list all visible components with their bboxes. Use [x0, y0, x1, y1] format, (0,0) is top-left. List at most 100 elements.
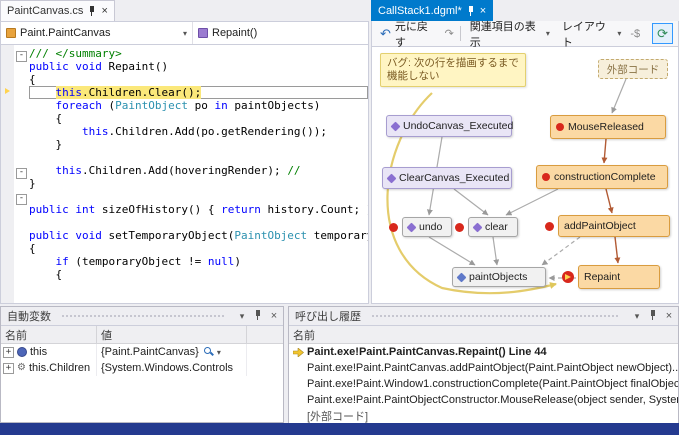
- breakpoint-gutter[interactable]: [1, 242, 14, 255]
- fold-margin: [14, 268, 29, 281]
- breakpoint-gutter[interactable]: [1, 125, 14, 138]
- code-line[interactable]: {: [1, 112, 368, 125]
- graph-node-undo[interactable]: undo: [402, 217, 452, 237]
- breakpoint-gutter[interactable]: [1, 164, 14, 177]
- redo-icon[interactable]: ↷: [445, 27, 454, 40]
- stack-frame-row[interactable]: Paint.exe!Paint.Window1.constructionComp…: [289, 376, 678, 392]
- code-line[interactable]: {: [1, 268, 368, 281]
- close-icon[interactable]: ×: [662, 310, 676, 322]
- breakpoint-gutter[interactable]: [1, 177, 14, 190]
- bug-annotation-note[interactable]: バグ: 次の行を描画するまで機能しない: [380, 53, 526, 87]
- autos-titlebar: 自動変数 ▾ ×: [1, 307, 283, 325]
- code-line[interactable]: [1, 216, 368, 229]
- graph-node-repaint[interactable]: Repaint: [578, 265, 660, 289]
- expander-icon[interactable]: +: [3, 363, 14, 374]
- fold-margin: [14, 125, 29, 138]
- code-line[interactable]: foreach (PaintObject po in paintObjects): [1, 99, 368, 112]
- code-text: /// </summary>: [29, 47, 368, 60]
- fold-margin: [14, 216, 29, 229]
- pin-icon[interactable]: [646, 310, 660, 322]
- bug-annotation-text: バグ: 次の行を描画するまで機能しない: [387, 57, 519, 82]
- code-line[interactable]: [1, 151, 368, 164]
- graph-node-clear[interactable]: clear: [468, 217, 518, 237]
- breakpoint-gutter[interactable]: [1, 112, 14, 125]
- close-icon[interactable]: ×: [267, 310, 281, 322]
- refresh-layout-button[interactable]: ⟳: [652, 23, 673, 44]
- breakpoint-gutter[interactable]: [1, 255, 14, 268]
- window-menu-icon[interactable]: ▾: [235, 311, 249, 322]
- code-line[interactable]: this.Children.Add(po.getRendering());: [1, 125, 368, 138]
- stack-frame-row[interactable]: [外部コード]: [289, 408, 678, 424]
- variable-name: this.Children: [29, 362, 90, 374]
- code-line[interactable]: {: [1, 73, 368, 86]
- callstack-map-pane: CallStack1.dgml* × ↶ 元に戻す ↷ 関連項目の表示 ▾ レイ…: [371, 0, 679, 304]
- frame-text: Paint.exe!Paint.PaintCanvas.addPaintObje…: [307, 362, 678, 374]
- fold-margin: -: [14, 190, 29, 203]
- window-menu-icon[interactable]: ▾: [630, 311, 644, 322]
- graph-node-mousereleased[interactable]: MouseReleased: [550, 115, 666, 139]
- breakpoint-gutter[interactable]: [1, 99, 14, 112]
- show-related-button[interactable]: 関連項目の表示 ▾: [467, 17, 553, 51]
- expander-icon[interactable]: +: [3, 347, 14, 358]
- code-line[interactable]: }: [1, 138, 368, 151]
- code-line[interactable]: if (temporaryObject != null): [1, 255, 368, 268]
- tab-paintcanvas-cs[interactable]: PaintCanvas.cs ×: [0, 0, 115, 21]
- graph-node-undocanvas-executed[interactable]: UndoCanvas_Executed: [386, 115, 512, 137]
- variable-row[interactable]: +⚙this.Children{System.Windows.Controls: [1, 360, 283, 376]
- undo-button[interactable]: ↶ 元に戻す: [377, 17, 439, 51]
- code-text: }: [29, 138, 368, 151]
- code-text: {: [29, 112, 368, 125]
- code-line[interactable]: public void setTemporaryObject(PaintObje…: [1, 229, 368, 242]
- breakpoint-gutter[interactable]: [1, 151, 14, 164]
- code-line[interactable]: {: [1, 242, 368, 255]
- column-header-name[interactable]: 名前: [289, 326, 678, 343]
- pin-icon[interactable]: [88, 6, 96, 16]
- code-line[interactable]: public void Repaint(): [1, 60, 368, 73]
- code-text: }: [29, 177, 368, 190]
- code-line[interactable]: -/// </summary>: [1, 47, 368, 60]
- member-dropdown[interactable]: Repaint(): [193, 22, 368, 44]
- breakpoint-gutter[interactable]: [1, 268, 14, 281]
- column-header-value[interactable]: 値: [97, 326, 247, 343]
- status-bar: [0, 423, 679, 435]
- breakpoint-gutter[interactable]: [1, 60, 14, 73]
- breakpoint-icon: [556, 123, 564, 131]
- breakpoint-gutter[interactable]: [1, 216, 14, 229]
- code-line[interactable]: public int sizeOfHistory() { return hist…: [1, 203, 368, 216]
- layout-button[interactable]: レイアウト ▾: [559, 17, 624, 51]
- close-icon[interactable]: ×: [480, 6, 486, 16]
- code-editor[interactable]: -/// </summary>public void Repaint(){ th…: [0, 45, 369, 304]
- misc-toolbar-icon[interactable]: -$: [630, 28, 640, 40]
- breakpoint-gutter[interactable]: [1, 73, 14, 86]
- breakpoint-gutter[interactable]: [1, 190, 14, 203]
- breakpoint-gutter[interactable]: [1, 47, 14, 60]
- code-line[interactable]: - this.Children.Add(hoveringRender); //: [1, 164, 368, 177]
- code-text: this.Children.Add(hoveringRender); //: [29, 164, 368, 177]
- graph-node-paintobjects[interactable]: paintObjects: [452, 267, 546, 287]
- pin-icon[interactable]: [251, 310, 265, 322]
- code-line[interactable]: this.Children.Clear();: [1, 86, 368, 99]
- breakpoint-gutter[interactable]: [1, 138, 14, 151]
- callstack-header: 名前: [289, 326, 678, 344]
- graph-node-external-code[interactable]: 外部コード: [598, 59, 668, 79]
- type-dropdown[interactable]: Paint.PaintCanvas ▾: [1, 22, 193, 44]
- stack-frame-row[interactable]: Paint.exe!Paint.PaintCanvas.Repaint() Li…: [289, 344, 678, 360]
- stack-frame-row[interactable]: Paint.exe!Paint.PaintObjectConstructor.M…: [289, 392, 678, 408]
- variable-row[interactable]: +this{Paint.PaintCanvas}▾: [1, 344, 283, 360]
- code-line[interactable]: }: [1, 177, 368, 190]
- graph-node-clearcanvas-executed[interactable]: ClearCanvas_Executed: [382, 167, 512, 189]
- magnifier-icon[interactable]: [204, 347, 214, 357]
- breakpoint-gutter[interactable]: [1, 203, 14, 216]
- pin-icon[interactable]: [467, 6, 475, 16]
- graph-canvas[interactable]: バグ: 次の行を描画するまで機能しない 外部コード UndoCanvas_Exec…: [371, 47, 679, 304]
- stack-frame-row[interactable]: Paint.exe!Paint.PaintCanvas.addPaintObje…: [289, 360, 678, 376]
- column-header-name[interactable]: 名前: [1, 326, 97, 343]
- breakpoint-gutter[interactable]: [1, 86, 14, 99]
- close-icon[interactable]: ×: [101, 6, 107, 16]
- graph-node-constructioncomplete[interactable]: constructionComplete: [536, 165, 668, 189]
- frame-text: Paint.exe!Paint.PaintCanvas.Repaint() Li…: [307, 346, 547, 358]
- chevron-down-icon[interactable]: ▾: [217, 348, 221, 357]
- code-line[interactable]: -: [1, 190, 368, 203]
- graph-node-addpaintobject[interactable]: addPaintObject: [558, 215, 670, 237]
- breakpoint-gutter[interactable]: [1, 229, 14, 242]
